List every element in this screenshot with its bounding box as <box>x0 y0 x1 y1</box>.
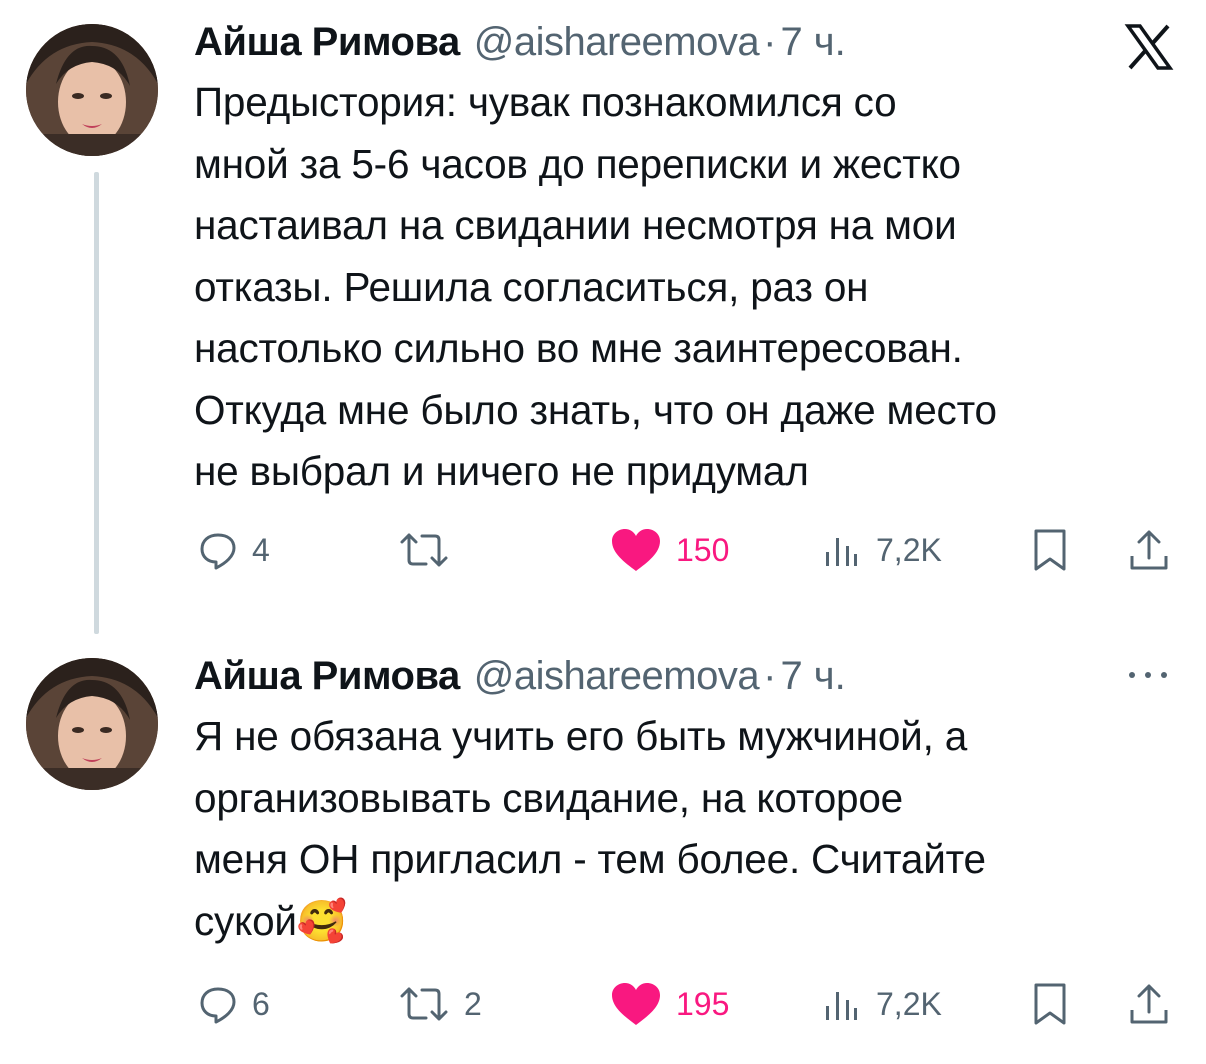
tweet-actions: 4 150 7,2K <box>194 520 1184 580</box>
reply-button[interactable]: 6 <box>198 974 270 1034</box>
tweet-actions: 6 2 195 7,2K <box>194 974 1184 1034</box>
tweet-2[interactable]: Айша Римова @aishareemova · 7 ч. Я не об… <box>0 648 1206 1058</box>
bookmark-icon <box>1034 529 1066 571</box>
separator-dot: · <box>763 19 777 64</box>
views-button[interactable]: 7,2K <box>822 974 942 1034</box>
repost-icon <box>400 533 448 567</box>
smiling-face-with-hearts-emoji: 🥰 <box>296 897 348 944</box>
repost-button[interactable]: 2 <box>398 974 482 1034</box>
share-button[interactable] <box>1128 520 1170 580</box>
avatar[interactable] <box>26 658 158 790</box>
tweet-text-last: сукой <box>194 897 297 944</box>
like-button[interactable]: 195 <box>610 974 729 1034</box>
avatar[interactable] <box>26 24 158 156</box>
views-count: 7,2K <box>876 985 942 1022</box>
reply-icon <box>200 533 236 570</box>
like-button[interactable]: 150 <box>610 520 729 580</box>
author-handle[interactable]: @aishareemova <box>474 654 760 699</box>
like-count: 195 <box>676 985 730 1022</box>
tweet-text-line: мной за 5-6 часов до переписки и жестко <box>194 140 961 187</box>
views-button[interactable]: 7,2K <box>822 520 942 580</box>
tweet-1[interactable]: Айша Римова @aishareemova · 7 ч. Предыст… <box>0 14 1206 614</box>
share-icon <box>1130 530 1168 570</box>
views-chart-icon <box>826 538 857 566</box>
bookmark-button[interactable] <box>1030 974 1070 1034</box>
views-count: 7,2K <box>876 531 942 568</box>
tweet-text-line: Предыстория: чувак познакомился со <box>194 79 897 125</box>
tweet-text-line: организовывать свидание, на которое <box>194 774 904 821</box>
tweet-header: Айша Римова @aishareemova · 7 ч. <box>194 14 846 70</box>
x-logo-icon[interactable] <box>1124 24 1174 75</box>
heart-filled-icon <box>612 983 660 1025</box>
reply-icon <box>200 987 236 1024</box>
timestamp[interactable]: 7 ч. <box>780 20 845 65</box>
tweet-text-line: меня ОН пригласил - тем более. Считайте <box>194 836 986 882</box>
bookmark-button[interactable] <box>1030 520 1070 580</box>
tweet-text: Я не обязана учить его быть мужчиной, а … <box>194 706 1184 952</box>
separator-dot: · <box>763 653 777 698</box>
author-name[interactable]: Айша Римова <box>194 654 460 699</box>
tweet-text-line: Я не обязана учить его быть мужчиной, а <box>194 713 968 759</box>
reply-button[interactable]: 4 <box>198 520 270 580</box>
repost-icon <box>400 987 448 1021</box>
repost-button[interactable] <box>398 520 464 580</box>
tweet-text-line: сукой🥰 <box>194 891 1184 953</box>
tweet-text-line: настаивал на свидании несмотря на мои <box>194 202 957 248</box>
share-button[interactable] <box>1128 974 1170 1034</box>
views-chart-icon <box>826 992 857 1020</box>
share-icon <box>1130 984 1168 1024</box>
more-options-icon[interactable] <box>1122 665 1174 690</box>
tweet-text-line: Откуда мне было знать, что он даже место <box>194 386 997 433</box>
tweet-text-line: настолько сильно во мне заинтересован. <box>194 325 963 371</box>
repost-count: 2 <box>464 985 482 1022</box>
like-count: 150 <box>676 531 730 568</box>
reply-count: 6 <box>252 985 270 1022</box>
tweet-text: Предыстория: чувак познакомился со мной … <box>194 72 1184 503</box>
heart-filled-icon <box>612 529 660 571</box>
tweet-header: Айша Римова @aishareemova · 7 ч. <box>194 648 846 704</box>
reply-count: 4 <box>252 531 270 568</box>
timestamp[interactable]: 7 ч. <box>780 654 845 699</box>
author-handle[interactable]: @aishareemova <box>474 20 760 65</box>
tweet-text-line: не выбрал и ничего не придумал <box>194 448 809 494</box>
tweet-text-line: отказы. Решила согласиться, раз он <box>194 263 869 310</box>
author-name[interactable]: Айша Римова <box>194 20 460 65</box>
bookmark-icon <box>1034 983 1066 1025</box>
